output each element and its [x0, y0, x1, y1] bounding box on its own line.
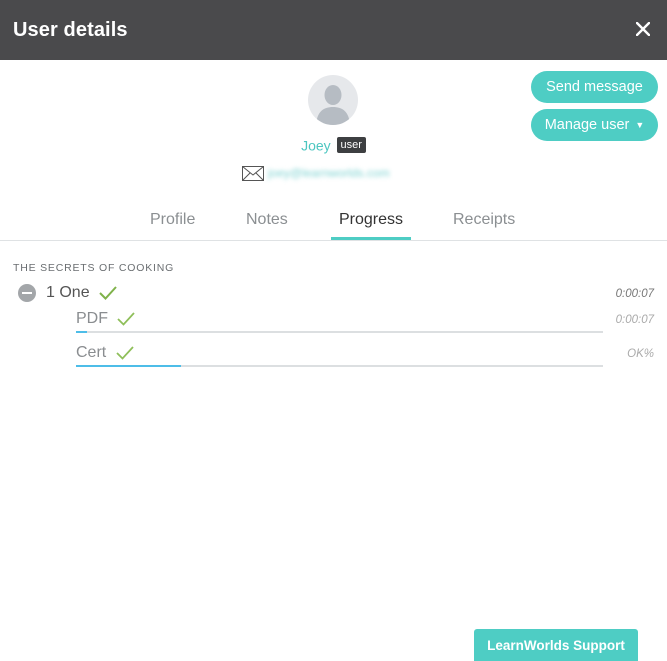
check-icon [116, 346, 134, 360]
course-title: THE SECRETS OF COOKING [13, 262, 175, 274]
collapse-icon[interactable] [18, 284, 36, 302]
unit-score: OK% [627, 348, 654, 360]
send-message-label: Send message [546, 79, 643, 95]
progress-bar [76, 331, 603, 333]
progress-fill [76, 365, 182, 367]
unit-label[interactable]: Cert [76, 344, 135, 362]
manage-user-button[interactable]: Manage user ▼ [531, 109, 658, 141]
user-name[interactable]: Joey [301, 137, 331, 153]
section-time: 0:00:07 [615, 288, 654, 300]
unit-row: Cert OK% [76, 344, 654, 370]
section-name: 1 One [46, 284, 90, 301]
user-email[interactable]: joey@learnworlds.com [268, 166, 390, 180]
check-icon [117, 312, 136, 326]
unit-row: PDF 0:00:07 [76, 310, 654, 336]
progress-bar [76, 365, 603, 367]
check-icon [99, 286, 117, 300]
unit-time: 0:00:07 [615, 314, 654, 326]
role-badge: user [336, 137, 366, 154]
tab-receipts[interactable]: Receipts [453, 211, 515, 239]
avatar [308, 75, 358, 125]
caret-down-icon: ▼ [635, 120, 645, 130]
envelope-icon [242, 165, 264, 181]
section-label: 1 One [46, 284, 118, 302]
unit-name: PDF [76, 310, 108, 327]
dialog-header: User details [0, 0, 667, 60]
dialog-title: User details [13, 19, 128, 41]
close-icon[interactable] [631, 17, 655, 41]
user-silhouette-icon [316, 85, 350, 125]
tab-bar: Profile Notes Progress Receipts [0, 200, 667, 241]
support-button[interactable]: LearnWorlds Support [474, 629, 638, 661]
email-row: joey@learnworlds.com [242, 164, 390, 182]
tab-profile[interactable]: Profile [150, 211, 195, 239]
unit-name: Cert [76, 344, 107, 361]
section-row: 1 One 0:00:07 [18, 282, 654, 304]
send-message-button[interactable]: Send message [531, 71, 658, 103]
tab-progress[interactable]: Progress [330, 211, 412, 240]
unit-label[interactable]: PDF [76, 310, 136, 328]
support-label: LearnWorlds Support [487, 637, 625, 653]
tab-notes[interactable]: Notes [246, 211, 288, 239]
manage-user-label: Manage user [544, 117, 630, 133]
progress-fill [76, 331, 87, 333]
